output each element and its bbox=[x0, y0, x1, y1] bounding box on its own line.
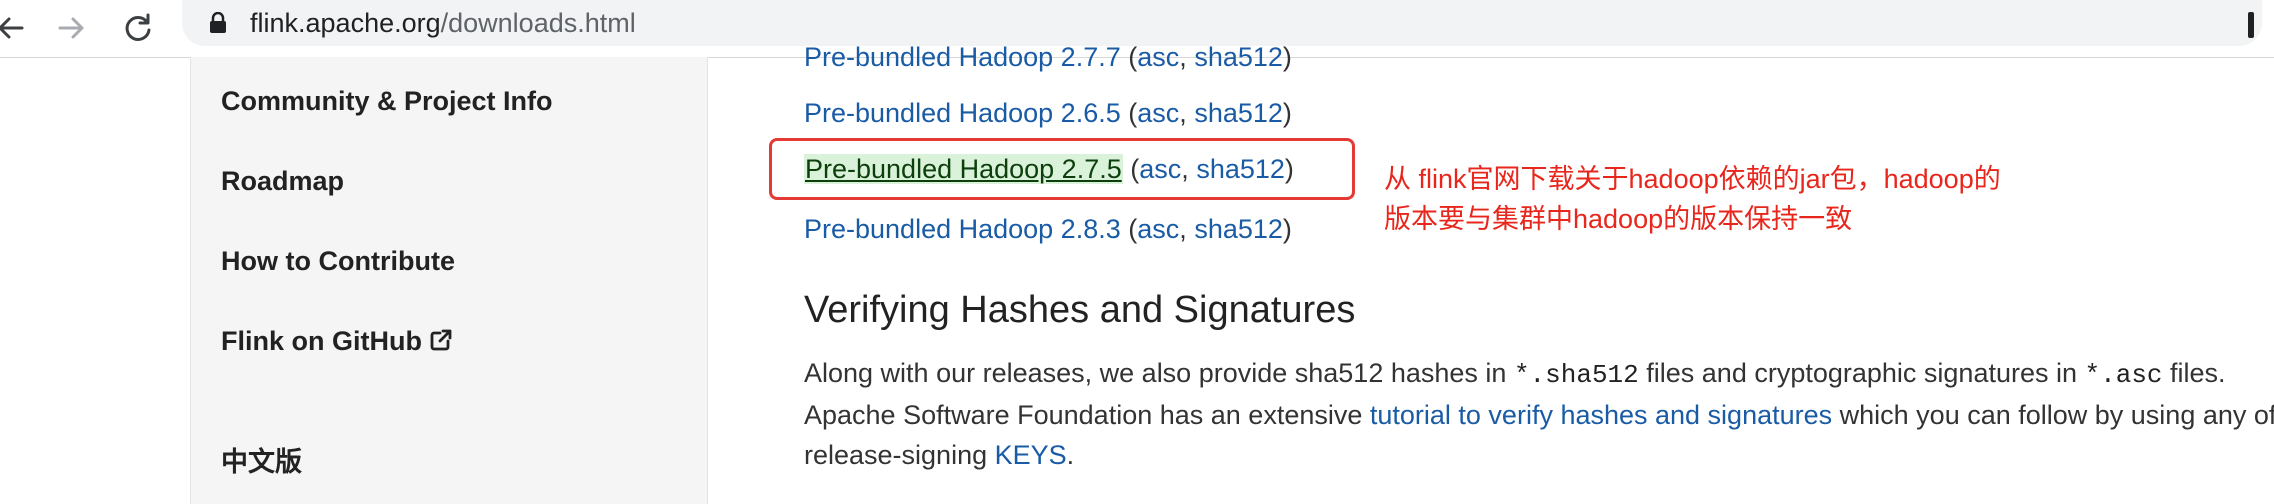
sidebar-item-github-label: Flink on GitHub bbox=[221, 326, 422, 356]
asc-link[interactable]: asc bbox=[1137, 214, 1179, 244]
sha512-link[interactable]: sha512 bbox=[1194, 214, 1283, 244]
lock-icon bbox=[210, 12, 226, 33]
sidebar-item-chinese[interactable]: 中文版 bbox=[221, 446, 302, 478]
sha512-link[interactable]: sha512 bbox=[1196, 154, 1285, 184]
sha512-link[interactable]: sha512 bbox=[1194, 98, 1283, 128]
main-content: Pre-bundled Hadoop 2.7.7 (asc, sha512) P… bbox=[708, 42, 2274, 504]
sha512-link[interactable]: sha512 bbox=[1194, 42, 1283, 72]
reload-icon[interactable] bbox=[120, 10, 156, 46]
sidebar: Community & Project Info Roadmap How to … bbox=[190, 57, 708, 504]
url-text[interactable]: flink.apache.org/downloads.html bbox=[250, 8, 636, 38]
back-icon[interactable] bbox=[0, 10, 28, 46]
url-path: /downloads.html bbox=[440, 8, 636, 38]
paragraph-line: Apache Software Foundation has an extens… bbox=[804, 400, 2274, 430]
download-line: Pre-bundled Hadoop 2.7.7 (asc, sha512) bbox=[804, 42, 1292, 72]
sidebar-item-contribute[interactable]: How to Contribute bbox=[221, 245, 455, 277]
download-line-highlighted: Pre-bundled Hadoop 2.7.5 (asc, sha512) bbox=[804, 154, 1294, 184]
address-bar[interactable]: flink.apache.org/downloads.html bbox=[182, 0, 2262, 46]
section-heading: Verifying Hashes and Signatures bbox=[804, 289, 1356, 331]
paragraph-line: Along with our releases, we also provide… bbox=[804, 358, 2226, 390]
sidebar-item-roadmap[interactable]: Roadmap bbox=[221, 165, 344, 197]
asc-link[interactable]: asc bbox=[1137, 42, 1179, 72]
hadoop-download-link[interactable]: Pre-bundled Hadoop 2.7.7 bbox=[804, 42, 1121, 72]
paragraph-line: release-signing KEYS. bbox=[804, 440, 1075, 470]
forward-icon[interactable] bbox=[54, 10, 90, 46]
asc-link[interactable]: asc bbox=[1137, 98, 1179, 128]
verify-tutorial-link[interactable]: tutorial to verify hashes and signatures bbox=[1370, 400, 1832, 430]
annotation-note: 从 flink官网下载关于hadoop依赖的jar包，hadoop的 版本要与集… bbox=[1384, 159, 2001, 239]
keys-link[interactable]: KEYS bbox=[995, 440, 1067, 470]
url-host: flink.apache.org bbox=[250, 8, 441, 38]
code-sha512: *.sha512 bbox=[1513, 360, 1639, 390]
bookmark-icon[interactable] bbox=[2248, 12, 2254, 38]
external-link-icon bbox=[430, 329, 452, 351]
code-asc: *.asc bbox=[2084, 360, 2163, 390]
download-line: Pre-bundled Hadoop 2.8.3 (asc, sha512) bbox=[804, 214, 1292, 244]
annotation-line: 版本要与集群中hadoop的版本保持一致 bbox=[1384, 204, 1853, 234]
sidebar-item-github[interactable]: Flink on GitHub bbox=[221, 325, 454, 357]
annotation-line: 从 flink官网下载关于hadoop依赖的jar包，hadoop的 bbox=[1384, 164, 2001, 194]
hadoop-download-link[interactable]: Pre-bundled Hadoop 2.6.5 bbox=[804, 98, 1121, 128]
asc-link[interactable]: asc bbox=[1139, 154, 1181, 184]
sidebar-item-community[interactable]: Community & Project Info bbox=[221, 85, 553, 117]
download-line: Pre-bundled Hadoop 2.6.5 (asc, sha512) bbox=[804, 98, 1292, 128]
hadoop-download-link[interactable]: Pre-bundled Hadoop 2.7.5 bbox=[804, 154, 1123, 184]
hadoop-download-link[interactable]: Pre-bundled Hadoop 2.8.3 bbox=[804, 214, 1121, 244]
section-paragraph: Along with our releases, we also provide… bbox=[804, 353, 2274, 475]
